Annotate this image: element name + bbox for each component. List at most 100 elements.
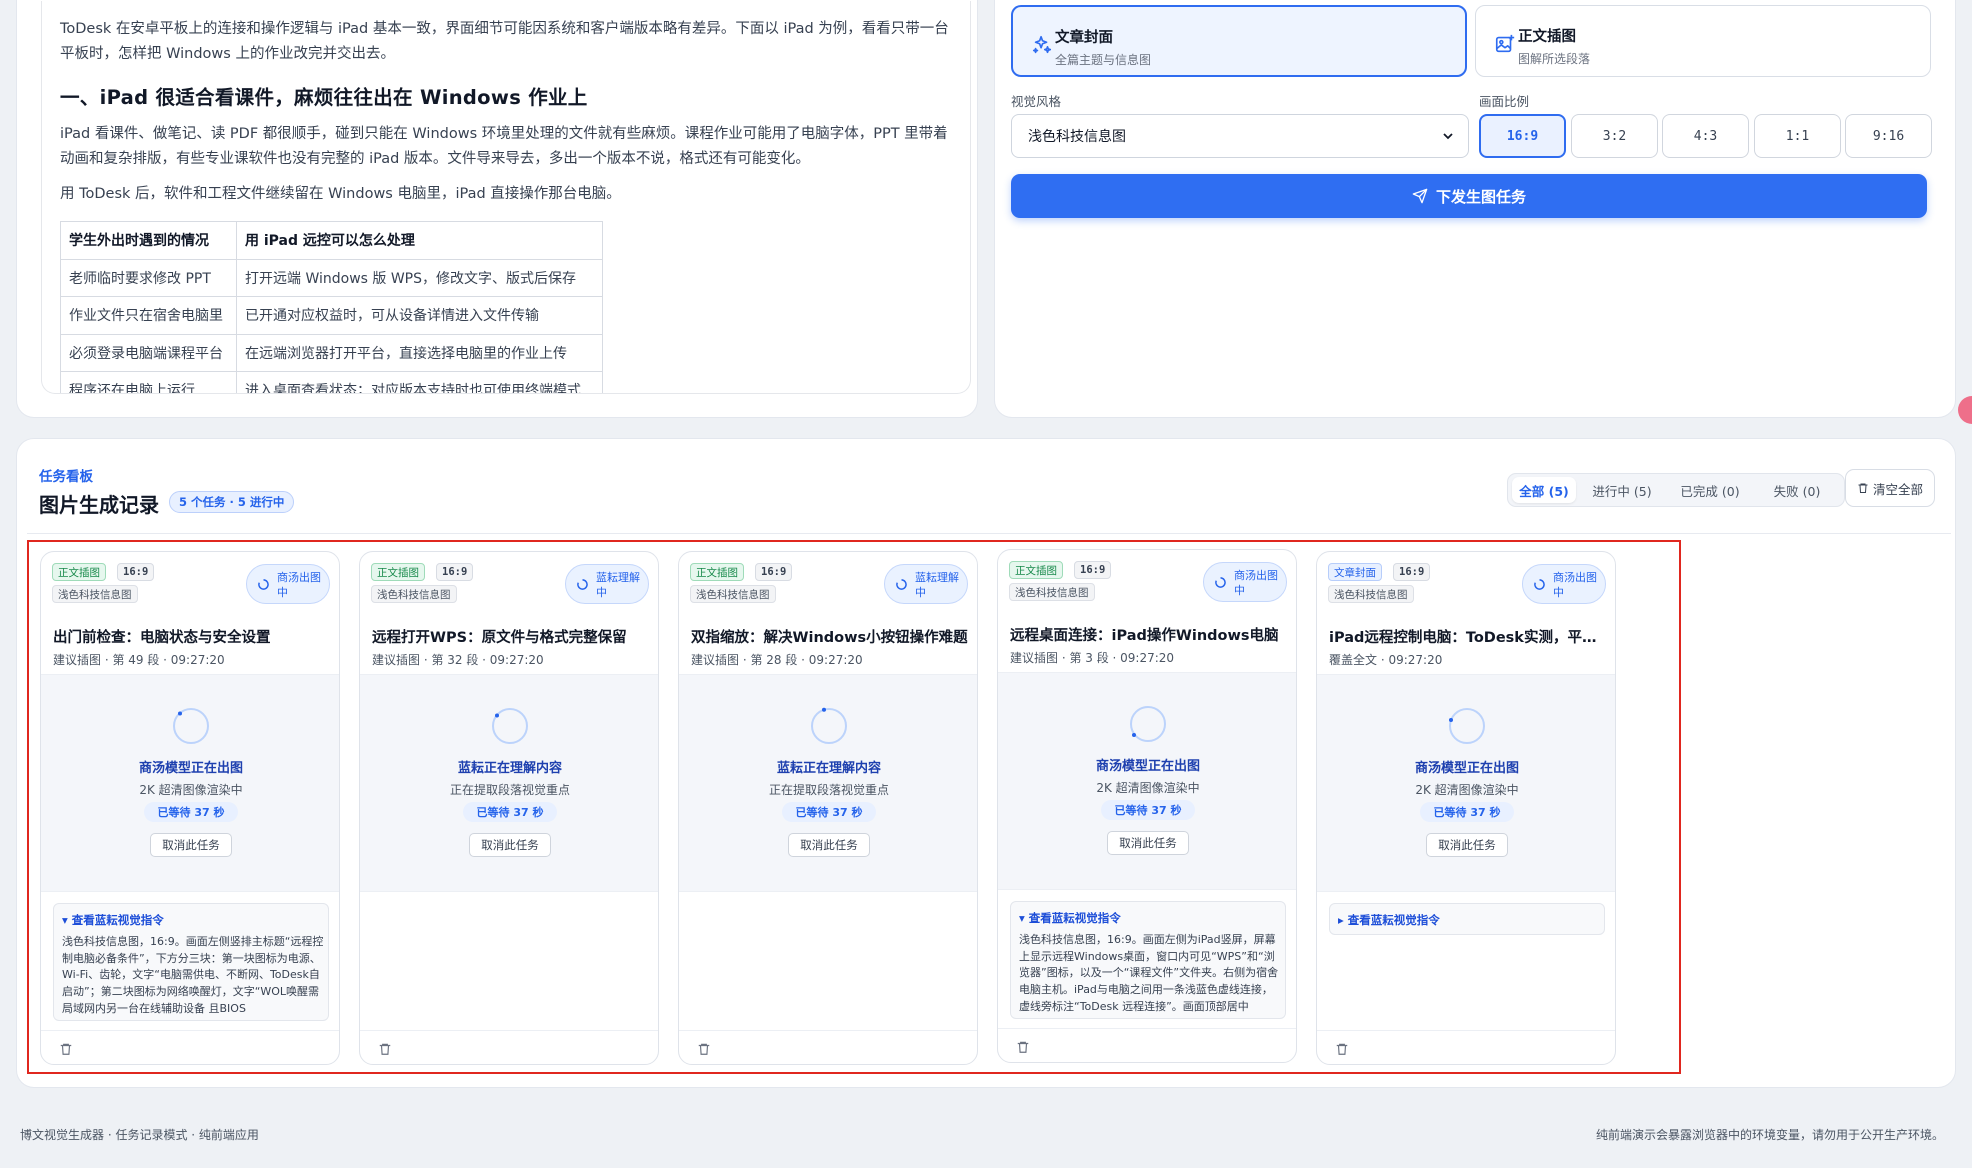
task-count-badge: 5 个任务 · 5 进行中 [169,491,295,513]
table-row: 程序还在电脑上运行 进入桌面查看状态；对应版本支持时也可使用终端模式 [60,371,603,393]
task-status-text: 商汤出图中 [1234,569,1278,597]
progress-title: 蓝耘正在理解内容 [457,761,562,776]
task-status-text: 蓝耘理解中 [915,571,959,599]
floating-assistant-button[interactable] [1958,396,1972,424]
task-progress-area: 蓝耘正在理解内容 正在提取段落视觉重点 已等待 37 秒 取消此任务 [679,674,977,892]
footer-warning: 纯前端演示会暴露浏览器中的环境变量，请勿用于公开生产环境。 [1595,1128,1944,1142]
board-title: 图片生成记录 [39,493,159,517]
task-progress-area: 商汤模型正在出图 2K 超清图像渲染中 已等待 37 秒 取消此任务 [41,674,339,892]
task-type-tag: 正文插图 [52,563,106,581]
ratio-option-4-3[interactable]: 4:3 [1662,114,1749,158]
progress-subtitle: 2K 超清图像渲染中 [1096,781,1200,795]
table-cell: 已开通对应权益时，可从设备详情进入文件传输 [236,296,603,335]
submit-task-button[interactable]: 下发生图任务 [1011,174,1927,218]
cancel-task-button[interactable]: 取消此任务 [788,833,870,857]
task-card: 正文插图 16:9 浅色科技信息图 蓝耘理解中 远程打开WPS：原文件与格式完整… [359,551,659,1065]
article-paragraph[interactable]: iPad 看课件、做笔记、读 PDF 都很顺手，碰到只能在 Windows 环境… [60,122,954,172]
task-meta: 覆盖全文 · 09:27:20 [1329,653,1443,667]
style-label: 视觉风格 [1011,94,1062,109]
type-option-illustration[interactable]: 正文插图 图解所选段落 [1475,5,1931,77]
wait-time-badge: 已等待 37 秒 [463,802,557,822]
article-intro[interactable]: ToDesk 在安卓平板上的连接和操作逻辑与 iPad 基本一致，界面细节可能因… [60,17,954,67]
card-footer-divider [998,1028,1296,1029]
progress-title: 商汤模型正在出图 [138,761,243,776]
table-cell: 老师临时要求修改 PPT [60,258,237,297]
card-footer-divider [41,1030,339,1031]
progress-title: 商汤模型正在出图 [1095,759,1200,774]
progress-subtitle: 正在提取段落视觉重点 [449,783,570,797]
prompt-text: 浅色科技信息图，16:9。画面左侧为iPad竖屏，屏幕上显示远程Windows桌… [1019,933,1279,1013]
delete-task-icon[interactable] [697,1042,711,1056]
loading-icon [1534,579,1545,590]
cancel-task-button[interactable]: 取消此任务 [469,833,551,857]
wait-time-badge: 已等待 37 秒 [1101,800,1195,820]
delete-task-icon[interactable] [59,1042,73,1056]
filter-tab-running[interactable]: 进行中 (5) [1580,477,1664,503]
card-footer-divider [1317,1030,1615,1031]
task-meta: 建议插图 · 第 32 段 · 09:27:20 [372,653,544,667]
filter-tab-all[interactable]: 全部 (5) [1512,477,1576,503]
task-type-tag: 正文插图 [371,563,425,581]
ratio-option-1-1[interactable]: 1:1 [1754,114,1841,158]
task-ratio-tag: 16:9 [1074,561,1112,579]
delete-task-icon[interactable] [1016,1040,1030,1054]
style-select[interactable]: 浅色科技信息图 [1011,114,1469,158]
task-ratio-tag: 16:9 [755,563,793,581]
type-option-subtitle: 全篇主题与信息图 [1055,53,1152,67]
prompt-toggle[interactable]: ▾ 查看蓝耘视觉指令 [62,912,164,928]
type-option-cover[interactable]: 文章封面 全篇主题与信息图 [1011,5,1467,77]
filter-tab-done[interactable]: 已完成 (0) [1668,477,1752,503]
submit-task-label: 下发生图任务 [1435,187,1526,206]
task-style-tag: 浅色科技信息图 [1328,585,1414,603]
table-cell: 在远端浏览器打开平台，直接选择电脑里的作业上传 [236,333,603,372]
loading-icon [258,579,269,590]
prompt-toggle[interactable]: ▾ 查看蓝耘视觉指令 [1019,910,1121,926]
article-paragraph[interactable]: 用 ToDesk 后，软件和工程文件继续留在 Windows 电脑里，iPad … [60,182,954,207]
loading-spinner-icon [492,708,528,744]
prompt-details: ▾ 查看蓝耘视觉指令 浅色科技信息图，16:9。画面左侧为iPad竖屏，屏幕上显… [1010,901,1286,1019]
task-style-tag: 浅色科技信息图 [371,585,457,603]
task-status-badge: 商汤出图中 [1522,564,1606,604]
table-row: 作业文件只在宿舍电脑里 已开通对应权益时，可从设备详情进入文件传输 [60,296,603,335]
style-select-value: 浅色科技信息图 [1028,129,1126,145]
type-option-title: 文章封面 [1055,30,1113,46]
delete-task-icon[interactable] [1335,1042,1349,1056]
table-cell: 必须登录电脑端课程平台 [60,333,237,372]
trash-icon [1858,483,1868,493]
task-style-tag: 浅色科技信息图 [1009,583,1095,601]
ratio-option-3-2[interactable]: 3:2 [1571,114,1658,158]
cancel-task-button[interactable]: 取消此任务 [150,833,232,857]
task-title: 出门前检查：电脑状态与安全设置 [53,630,271,646]
ratio-option-16-9[interactable]: 16:9 [1479,114,1566,158]
image-plus-icon [1495,34,1515,53]
generator-panel: 文章封面 全篇主题与信息图 正文插图 图解所选段落 视觉风格 浅色科技信息图 画… [994,0,1956,418]
task-progress-area: 商汤模型正在出图 2K 超清图像渲染中 已等待 37 秒 取消此任务 [998,672,1296,890]
task-status-text: 蓝耘理解中 [596,571,640,599]
card-footer-divider [360,1030,658,1031]
article-heading[interactable]: 一、iPad 很适合看课件，麻烦往往出在 Windows 作业上 [60,81,954,110]
sparkles-icon [1032,35,1052,54]
clear-all-button[interactable]: 清空全部 [1845,469,1935,507]
type-option-title: 正文插图 [1518,29,1576,45]
progress-subtitle: 2K 超清图像渲染中 [1415,783,1519,797]
task-status-badge: 商汤出图中 [246,564,330,604]
task-status-badge: 商汤出图中 [1203,562,1287,602]
ratio-option-9-16[interactable]: 9:16 [1845,114,1932,158]
task-meta: 建议插图 · 第 3 段 · 09:27:20 [1010,651,1175,665]
loading-icon [1215,577,1226,588]
task-progress-area: 蓝耘正在理解内容 正在提取段落视觉重点 已等待 37 秒 取消此任务 [360,674,658,892]
task-meta: 建议插图 · 第 49 段 · 09:27:20 [53,653,225,667]
cancel-task-button[interactable]: 取消此任务 [1107,831,1189,855]
task-title: 远程桌面连接：iPad操作Windows电脑 [1010,628,1279,644]
table-cell: 作业文件只在宿舍电脑里 [60,296,237,335]
filter-tab-failed[interactable]: 失败 (0) [1756,477,1838,503]
task-status-badge: 蓝耘理解中 [565,564,649,604]
task-status-text: 商汤出图中 [277,571,321,599]
delete-task-icon[interactable] [378,1042,392,1056]
task-board: 任务看板 图片生成记录 5 个任务 · 5 进行中 全部 (5) 进行中 (5)… [16,438,1956,1088]
board-kicker: 任务看板 [39,469,93,485]
cancel-task-button[interactable]: 取消此任务 [1426,833,1508,857]
wait-time-badge: 已等待 37 秒 [144,802,238,822]
prompt-toggle[interactable]: ▸ 查看蓝耘视觉指令 [1338,912,1440,928]
table-cell: 打开远端 Windows 版 WPS，修改文字、版式后保存 [236,258,603,297]
